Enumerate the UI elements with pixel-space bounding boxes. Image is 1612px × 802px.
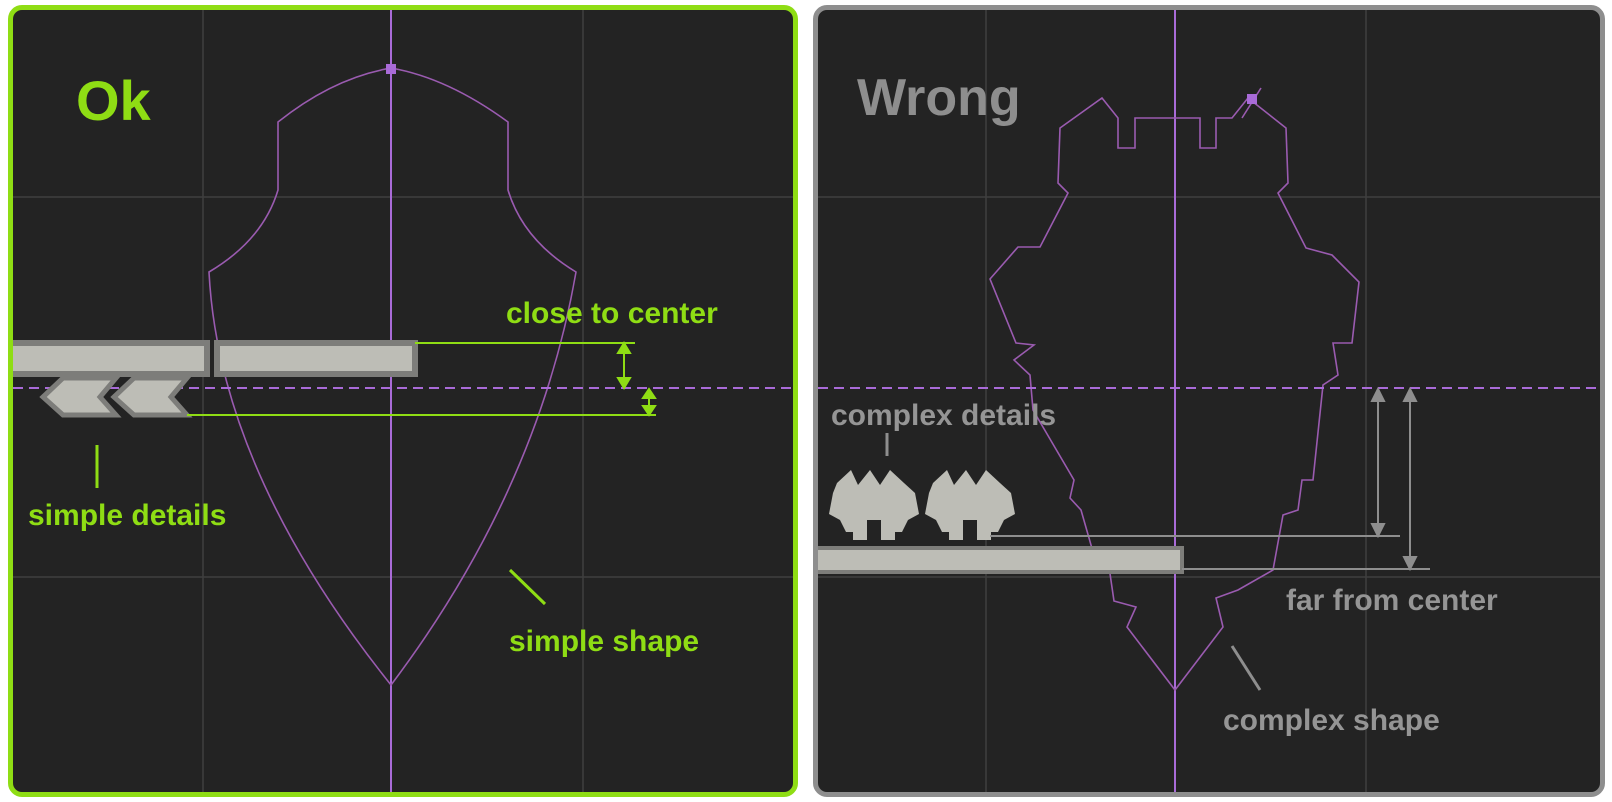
ok-chevron-detail [110, 375, 193, 418]
complex-shape-label: complex shape [1223, 704, 1440, 737]
wrong-shape-anchor [1247, 94, 1257, 104]
close-to-center-label: close to center [506, 297, 718, 330]
far-from-center-label: far from center [1286, 584, 1498, 617]
ok-shield-anchor [386, 64, 396, 74]
wrong-panel: Wrong complex details far from center co… [813, 5, 1605, 797]
wrong-wing-bar [818, 546, 1184, 574]
ok-wing-bar-right [214, 340, 418, 377]
simple-shape-label: simple shape [509, 625, 700, 658]
complex-details-label: complex details [831, 399, 1057, 432]
wrong-title: Wrong [857, 69, 1021, 127]
wrong-complex-detail [829, 470, 919, 540]
ok-wing-bar-left [13, 340, 210, 377]
ok-chevron-detail [39, 375, 122, 418]
wrong-complex-detail [925, 470, 1015, 540]
simple-details-label: simple details [28, 499, 227, 532]
wrong-measurements [885, 386, 1430, 691]
ok-panel: Ok close to center simple details simple… [8, 5, 798, 797]
ok-title: Ok [76, 69, 151, 132]
